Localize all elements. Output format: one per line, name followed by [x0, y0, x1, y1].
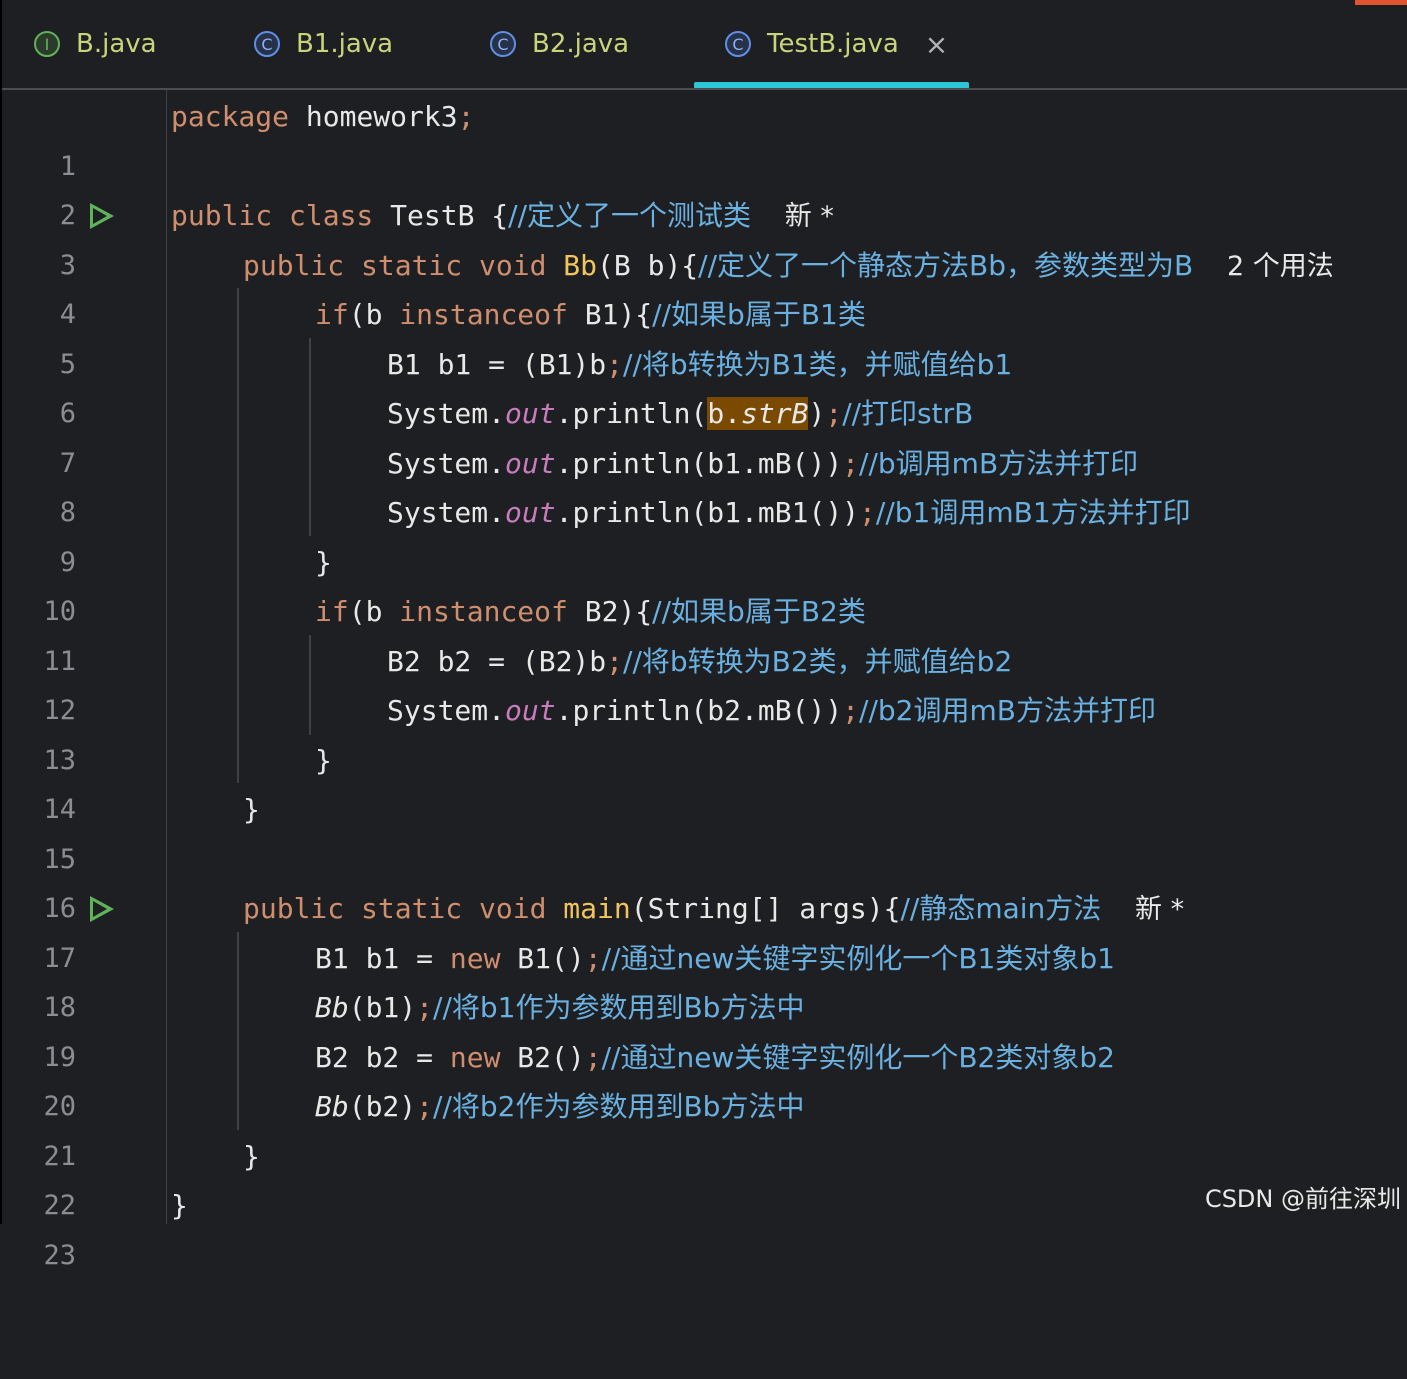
code-line: 13 System.out.println(b2.mB());//b2调用mB方… — [2, 686, 1407, 776]
code-line: 14 } — [2, 736, 1407, 826]
run-gutter-icon[interactable] — [90, 203, 114, 229]
corner-accent-mark — [1355, 0, 1407, 5]
code-line: 5 if(b instanceof B1){//如果b属于B1类 — [2, 290, 1407, 380]
code-line: 4 public static void Bb(B b){//定义了一个静态方法… — [2, 241, 1407, 331]
editor-tab-bar: I B.java C B1.java C B2.java C TestB.jav… — [0, 0, 1407, 90]
tab-testb-java[interactable]: C TestB.java × — [725, 0, 948, 88]
code-line: 19 Bb(b1);//将b1作为参数用到Bb方法中 — [2, 983, 1407, 1073]
code-line: 11 if(b instanceof B2){//如果b属于B2类 — [2, 587, 1407, 677]
code-line: 7 System.out.println(b.strB);//打印strB — [2, 389, 1407, 479]
code-line: 20 B2 b2 = new B2();//通过new关键字实例化一个B2类对象… — [2, 1033, 1407, 1123]
code-line: 18 B1 b1 = new B1();//通过new关键字实例化一个B1类对象… — [2, 934, 1407, 1024]
csdn-watermark: CSDN @前往深圳 — [1204, 1185, 1401, 1213]
code-line: 10 } — [2, 538, 1407, 628]
run-gutter-icon[interactable] — [90, 896, 114, 922]
close-tab-icon[interactable]: × — [925, 28, 948, 61]
author-hint: 新 * — [1135, 894, 1185, 925]
tab-label: B.java — [76, 29, 157, 59]
code-line: 17 public static void main(String[] args… — [2, 884, 1407, 974]
code-line: 9 System.out.println(b1.mB1());//b1调用mB1… — [2, 488, 1407, 578]
code-line: 1 package homework3; — [2, 92, 1407, 182]
tab-b1-java[interactable]: C B1.java — [254, 0, 393, 88]
class-icon: C — [490, 31, 516, 57]
code-line: 21 Bb(b2);//将b2作为参数用到Bb方法中 — [2, 1082, 1407, 1172]
highlighted-reference: b. — [707, 397, 742, 430]
code-line: 2 — [2, 142, 1407, 231]
code-line: 6 B1 b1 = (B1)b;//将b转换为B1类，并赋值给b1 — [2, 340, 1407, 430]
code-line: 22 } — [2, 1132, 1407, 1222]
code-line: 15 } — [2, 785, 1407, 875]
interface-icon: I — [34, 31, 60, 57]
class-icon: C — [254, 31, 280, 57]
line-number: 23 — [43, 1239, 76, 1271]
tab-b-java[interactable]: I B.java — [34, 0, 157, 88]
code-line: 12 B2 b2 = (B2)b;//将b转换为B2类，并赋值给b2 — [2, 637, 1407, 727]
tab-b2-java[interactable]: C B2.java — [490, 0, 629, 88]
code-editor[interactable]: 1 package homework3; 2 3 public class Te… — [0, 90, 1407, 1271]
tab-label: B2.java — [532, 29, 630, 59]
code-line: 23 } — [2, 1181, 1407, 1271]
author-hint: 新 * — [784, 201, 834, 232]
runnable-class-icon: C — [725, 31, 751, 57]
usages-hint: 2 个用法 — [1226, 250, 1334, 282]
code-line: 8 System.out.println(b1.mB());//b调用mB方法并… — [2, 439, 1407, 529]
code-line: 16 — [2, 835, 1407, 924]
tab-label: B1.java — [296, 29, 394, 59]
code-line: 3 public class TestB {//定义了一个测试类 新 * — [2, 191, 1407, 281]
tab-label: TestB.java — [767, 29, 899, 59]
